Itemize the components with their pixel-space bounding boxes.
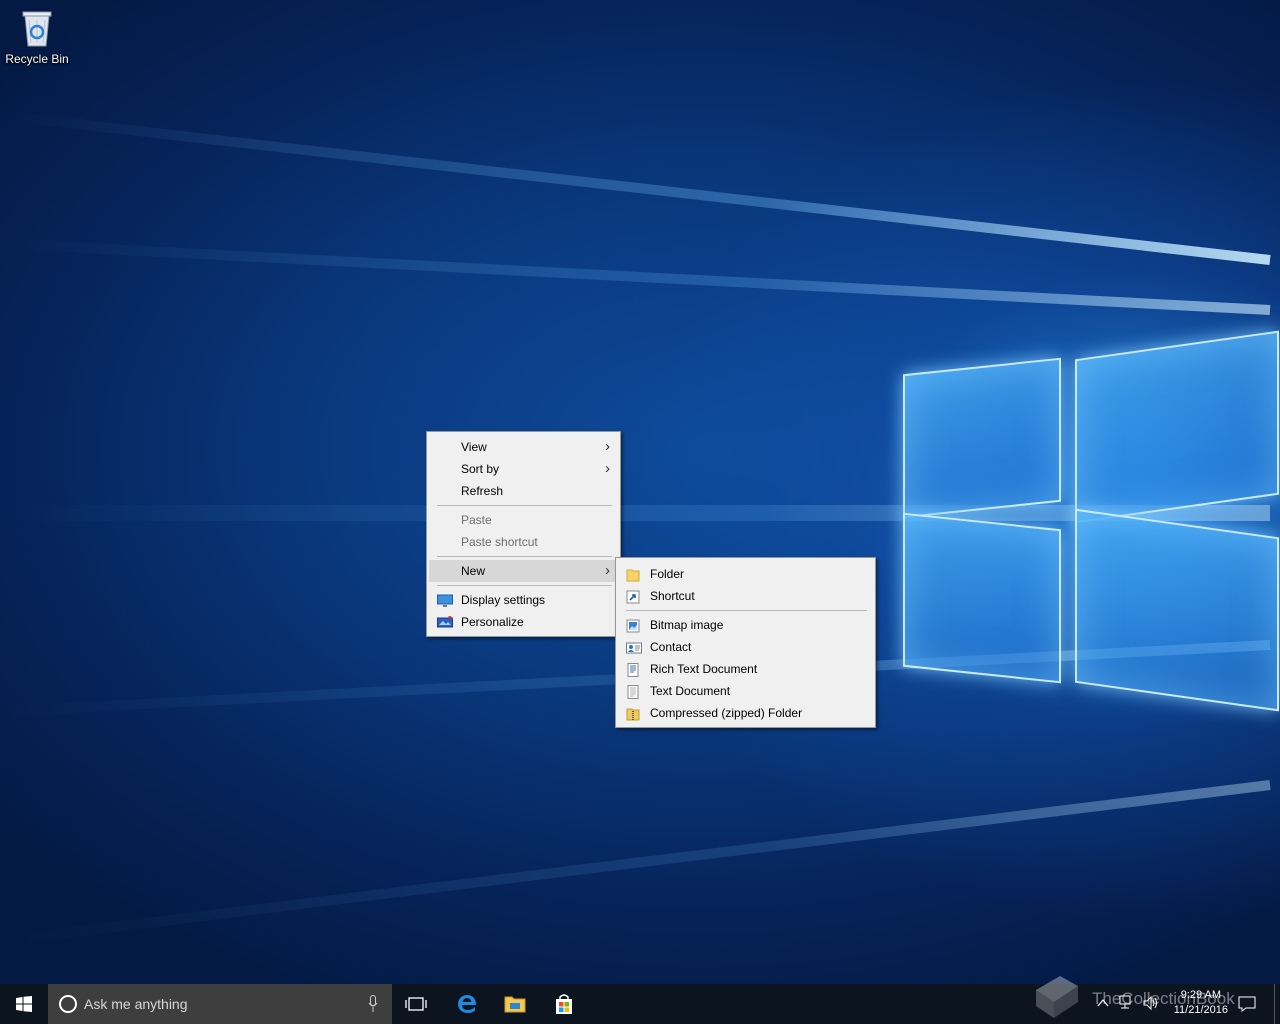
edge-icon	[458, 995, 476, 1013]
menu-separator	[626, 610, 867, 611]
menu-item-display-settings[interactable]: Display settings	[429, 589, 618, 611]
chevron-right-icon: ›	[605, 438, 610, 455]
menu-separator	[437, 505, 612, 506]
task-view-button[interactable]	[392, 984, 440, 1024]
submenu-item-contact[interactable]: Contact	[618, 636, 873, 658]
folder-icon	[626, 567, 640, 582]
submenu-item-shortcut[interactable]: Shortcut	[618, 585, 873, 607]
file-explorer-icon	[504, 996, 526, 1013]
volume-icon[interactable]	[1142, 995, 1160, 1011]
submenu-item-folder[interactable]: Folder	[618, 563, 873, 585]
show-desktop-button[interactable]	[1274, 984, 1280, 1024]
submenu-item-rich-text-document[interactable]: Rich Text Document	[618, 658, 873, 680]
menu-item-view[interactable]: View ›	[429, 436, 618, 458]
menu-separator	[437, 556, 612, 557]
menu-item-sort-by[interactable]: Sort by ›	[429, 458, 618, 480]
desktop-wallpaper[interactable]	[0, 0, 1280, 984]
taskbar: Ask me anything TheCollectionBook 9:29 A…	[0, 976, 1280, 1024]
zip-folder-icon	[626, 706, 640, 721]
desktop-context-menu: View › Sort by › Refresh Paste Paste sho…	[426, 431, 621, 637]
chevron-up-icon[interactable]	[1097, 998, 1109, 1008]
contact-icon	[626, 640, 642, 654]
file-explorer-button[interactable]	[491, 984, 539, 1024]
submenu-item-label: Folder	[650, 567, 685, 581]
menu-separator	[437, 585, 612, 586]
action-center-icon[interactable]	[1238, 995, 1256, 1013]
network-icon[interactable]	[1118, 995, 1136, 1011]
clock-time: 9:29 AM	[1180, 989, 1222, 1001]
submenu-item-bitmap-image[interactable]: Bitmap image	[618, 614, 873, 636]
recycle-bin-label: Recycle Bin	[5, 52, 69, 66]
personalize-icon	[437, 615, 453, 629]
menu-item-label: Paste	[461, 513, 492, 527]
cortana-circle-icon	[59, 995, 77, 1013]
store-icon	[556, 994, 572, 1014]
menu-item-label: Refresh	[461, 484, 504, 498]
store-button[interactable]	[540, 984, 588, 1024]
menu-item-personalize[interactable]: Personalize	[429, 611, 618, 633]
submenu-item-compressed-folder[interactable]: Compressed (zipped) Folder	[618, 702, 873, 724]
shortcut-icon	[626, 589, 640, 604]
submenu-item-label: Compressed (zipped) Folder	[650, 706, 803, 720]
menu-item-label: Paste shortcut	[461, 535, 538, 549]
submenu-item-text-document[interactable]: Text Document	[618, 680, 873, 702]
menu-item-label: Display settings	[461, 593, 546, 607]
clock[interactable]: 9:29 AM 11/21/2016	[1174, 988, 1228, 1018]
menu-item-refresh[interactable]: Refresh	[429, 480, 618, 502]
rich-text-icon	[626, 662, 640, 677]
menu-item-new[interactable]: New ›	[429, 560, 618, 582]
recycle-bin-shortcut[interactable]: Recycle Bin	[2, 6, 72, 66]
microphone-icon[interactable]	[368, 995, 378, 1013]
task-view-icon	[405, 997, 427, 1011]
menu-item-paste: Paste	[429, 509, 618, 531]
chevron-right-icon: ›	[605, 562, 610, 579]
menu-item-label: Sort by	[461, 462, 500, 476]
menu-item-label: Personalize	[461, 615, 524, 629]
edge-browser-button[interactable]	[443, 984, 491, 1024]
submenu-item-label: Rich Text Document	[650, 662, 758, 676]
submenu-item-label: Contact	[650, 640, 692, 654]
menu-item-paste-shortcut: Paste shortcut	[429, 531, 618, 553]
watermark-book-icon	[1036, 976, 1078, 1018]
menu-item-label: View	[461, 440, 487, 454]
search-placeholder: Ask me anything	[84, 996, 188, 1012]
clock-date: 11/21/2016	[1173, 1004, 1228, 1016]
chevron-right-icon: ›	[605, 460, 610, 477]
submenu-item-label: Bitmap image	[650, 618, 724, 632]
new-submenu: Folder Shortcut Bitmap image Contact Ric…	[615, 557, 876, 728]
display-settings-icon	[437, 593, 453, 607]
cortana-search-box[interactable]: Ask me anything	[48, 984, 392, 1024]
menu-item-label: New	[461, 564, 486, 578]
recycle-bin-icon	[20, 6, 54, 48]
submenu-item-label: Text Document	[650, 684, 731, 698]
start-button[interactable]	[0, 984, 48, 1024]
windows-logo-icon	[16, 996, 32, 1012]
bitmap-icon	[626, 618, 640, 633]
submenu-item-label: Shortcut	[650, 589, 695, 603]
text-document-icon	[626, 684, 640, 699]
